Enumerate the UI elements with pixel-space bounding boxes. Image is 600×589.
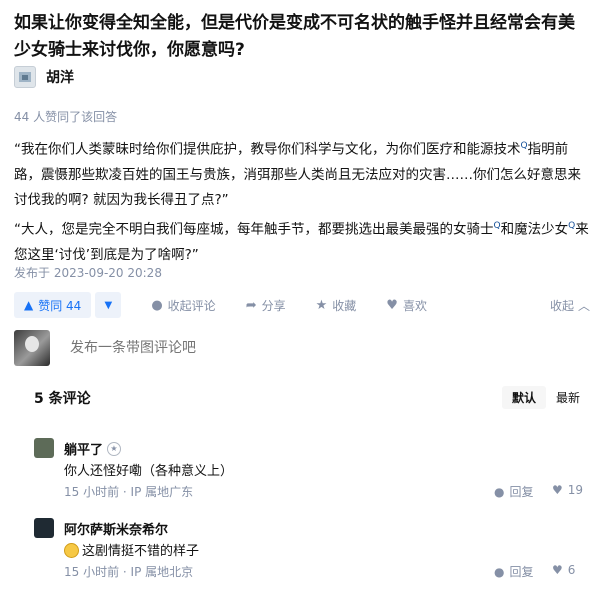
triangle-up-icon: ▲	[24, 298, 34, 312]
question-title[interactable]: 如果让你变得全知全能，但是代价是变成不可名状的触手怪并且经常会有美少女骑士来讨伐…	[14, 10, 590, 64]
publish-date: 发布于 2023-09-20 20:28	[14, 266, 162, 280]
like-button[interactable]: ♥ 喜欢	[386, 297, 427, 314]
current-user-avatar	[14, 330, 50, 366]
comment-bubble-icon: ●	[151, 297, 163, 313]
comment-meta: 15 小时前 · IP 属地北京	[64, 565, 194, 579]
author-avatar[interactable]	[14, 66, 36, 88]
comment-item: 躺平了 ★ 你人还怪好嘞（各种意义上） 15 小时前 · IP 属地广东 ● 回…	[34, 438, 590, 500]
like-label: 喜欢	[402, 298, 427, 313]
collapse-comments-button[interactable]: ● 收起评论	[151, 297, 215, 314]
comment-text-row: 这剧情挺不错的样子	[64, 540, 199, 559]
commenter-avatar[interactable]	[34, 518, 54, 538]
sort-latest-tab[interactable]: 最新	[546, 386, 590, 409]
like-count: 19	[567, 483, 584, 497]
collapse-label: 收起	[549, 298, 574, 313]
action-bar: ▲ 赞同 44 ▼ ● 收起评论 ➦ 分享 ★ 收藏 ♥ 喜欢 收起 ︿	[14, 292, 590, 318]
collapse-comments-label: 收起评论	[167, 298, 216, 313]
share-icon: ➦	[245, 297, 257, 313]
favorite-button[interactable]: ★ 收藏	[316, 297, 357, 314]
downvote-button[interactable]: ▼	[95, 292, 122, 318]
answer-paragraph-2: “大人，您是完全不明白我们每座城，每年触手节，都要挑选出最美最强的女骑士Q和魔法…	[14, 214, 590, 268]
sort-tabs: 默认 最新	[501, 386, 590, 409]
comment-like-button[interactable]: ♥ 6	[552, 563, 575, 577]
upvote-button[interactable]: ▲ 赞同 44	[14, 292, 92, 318]
upvote-label: 赞同 44	[38, 298, 82, 313]
comment-composer	[14, 330, 590, 366]
comment-text: 你人还怪好嘞（各种意义上）	[64, 464, 234, 479]
commenter-row: 躺平了 ★	[64, 439, 122, 458]
answer-text: 和魔法少女	[500, 221, 569, 238]
commenter-name[interactable]: 躺平了	[64, 439, 103, 458]
answer-text: “大人，您是完全不明白我们每座城，每年触手节，都要挑选出最美最强的女骑士	[14, 221, 494, 238]
smile-emoji-icon	[64, 543, 79, 558]
share-label: 分享	[261, 298, 286, 313]
agree-count: 44 人赞同了该回答	[14, 110, 118, 124]
reply-button[interactable]: ● 回复	[494, 483, 534, 500]
heart-icon: ♥	[552, 483, 563, 497]
author-row: 胡洋	[14, 66, 74, 88]
avatar-graphic-icon	[19, 72, 31, 82]
comment-input[interactable]	[70, 340, 470, 356]
heart-icon: ♥	[386, 297, 398, 313]
sort-default-tab[interactable]: 默认	[501, 386, 546, 409]
comments-header: 5 条评论 默认 最新	[14, 386, 590, 409]
comment-text: 这剧情挺不错的样子	[82, 544, 200, 559]
reply-button[interactable]: ● 回复	[494, 563, 534, 580]
commenter-name[interactable]: 阿尔萨斯米奈希尔	[64, 523, 168, 538]
comment-like-button[interactable]: ♥ 19	[552, 483, 583, 497]
comment-bubble-icon: ●	[494, 564, 505, 579]
answer-text: “我在你们人类蒙昧时给你们提供庇护，教导你们科学与文化，为你们医疗和能源技术	[14, 141, 521, 158]
reply-label: 回复	[509, 485, 534, 499]
reply-label: 回复	[509, 565, 534, 579]
commenter-avatar[interactable]	[34, 438, 54, 458]
star-icon: ★	[315, 297, 328, 313]
like-count: 6	[567, 563, 576, 577]
share-button[interactable]: ➦ 分享	[246, 297, 286, 314]
chevron-up-icon: ︿	[577, 298, 590, 313]
comment-bubble-icon: ●	[494, 484, 505, 499]
heart-icon: ♥	[552, 563, 563, 577]
search-link-icon[interactable]: Q	[494, 221, 501, 231]
search-link-icon[interactable]: Q	[521, 141, 528, 151]
comment-meta: 15 小时前 · IP 属地广东	[64, 485, 194, 499]
collapse-button[interactable]: 收起 ︿	[550, 297, 590, 314]
favorite-label: 收藏	[332, 298, 357, 313]
comment-item: 阿尔萨斯米奈希尔 这剧情挺不错的样子 15 小时前 · IP 属地北京 ● 回复…	[34, 518, 590, 580]
triangle-down-icon: ▼	[104, 299, 113, 311]
commenter-row: 阿尔萨斯米奈希尔	[64, 519, 168, 538]
level-badge-icon: ★	[107, 441, 122, 456]
comment-count: 5 条评论	[34, 390, 91, 407]
author-name[interactable]: 胡洋	[46, 67, 74, 87]
answer-paragraph-1: “我在你们人类蒙昧时给你们提供庇护，教导你们科学与文化，为你们医疗和能源技术Q指…	[14, 134, 590, 213]
